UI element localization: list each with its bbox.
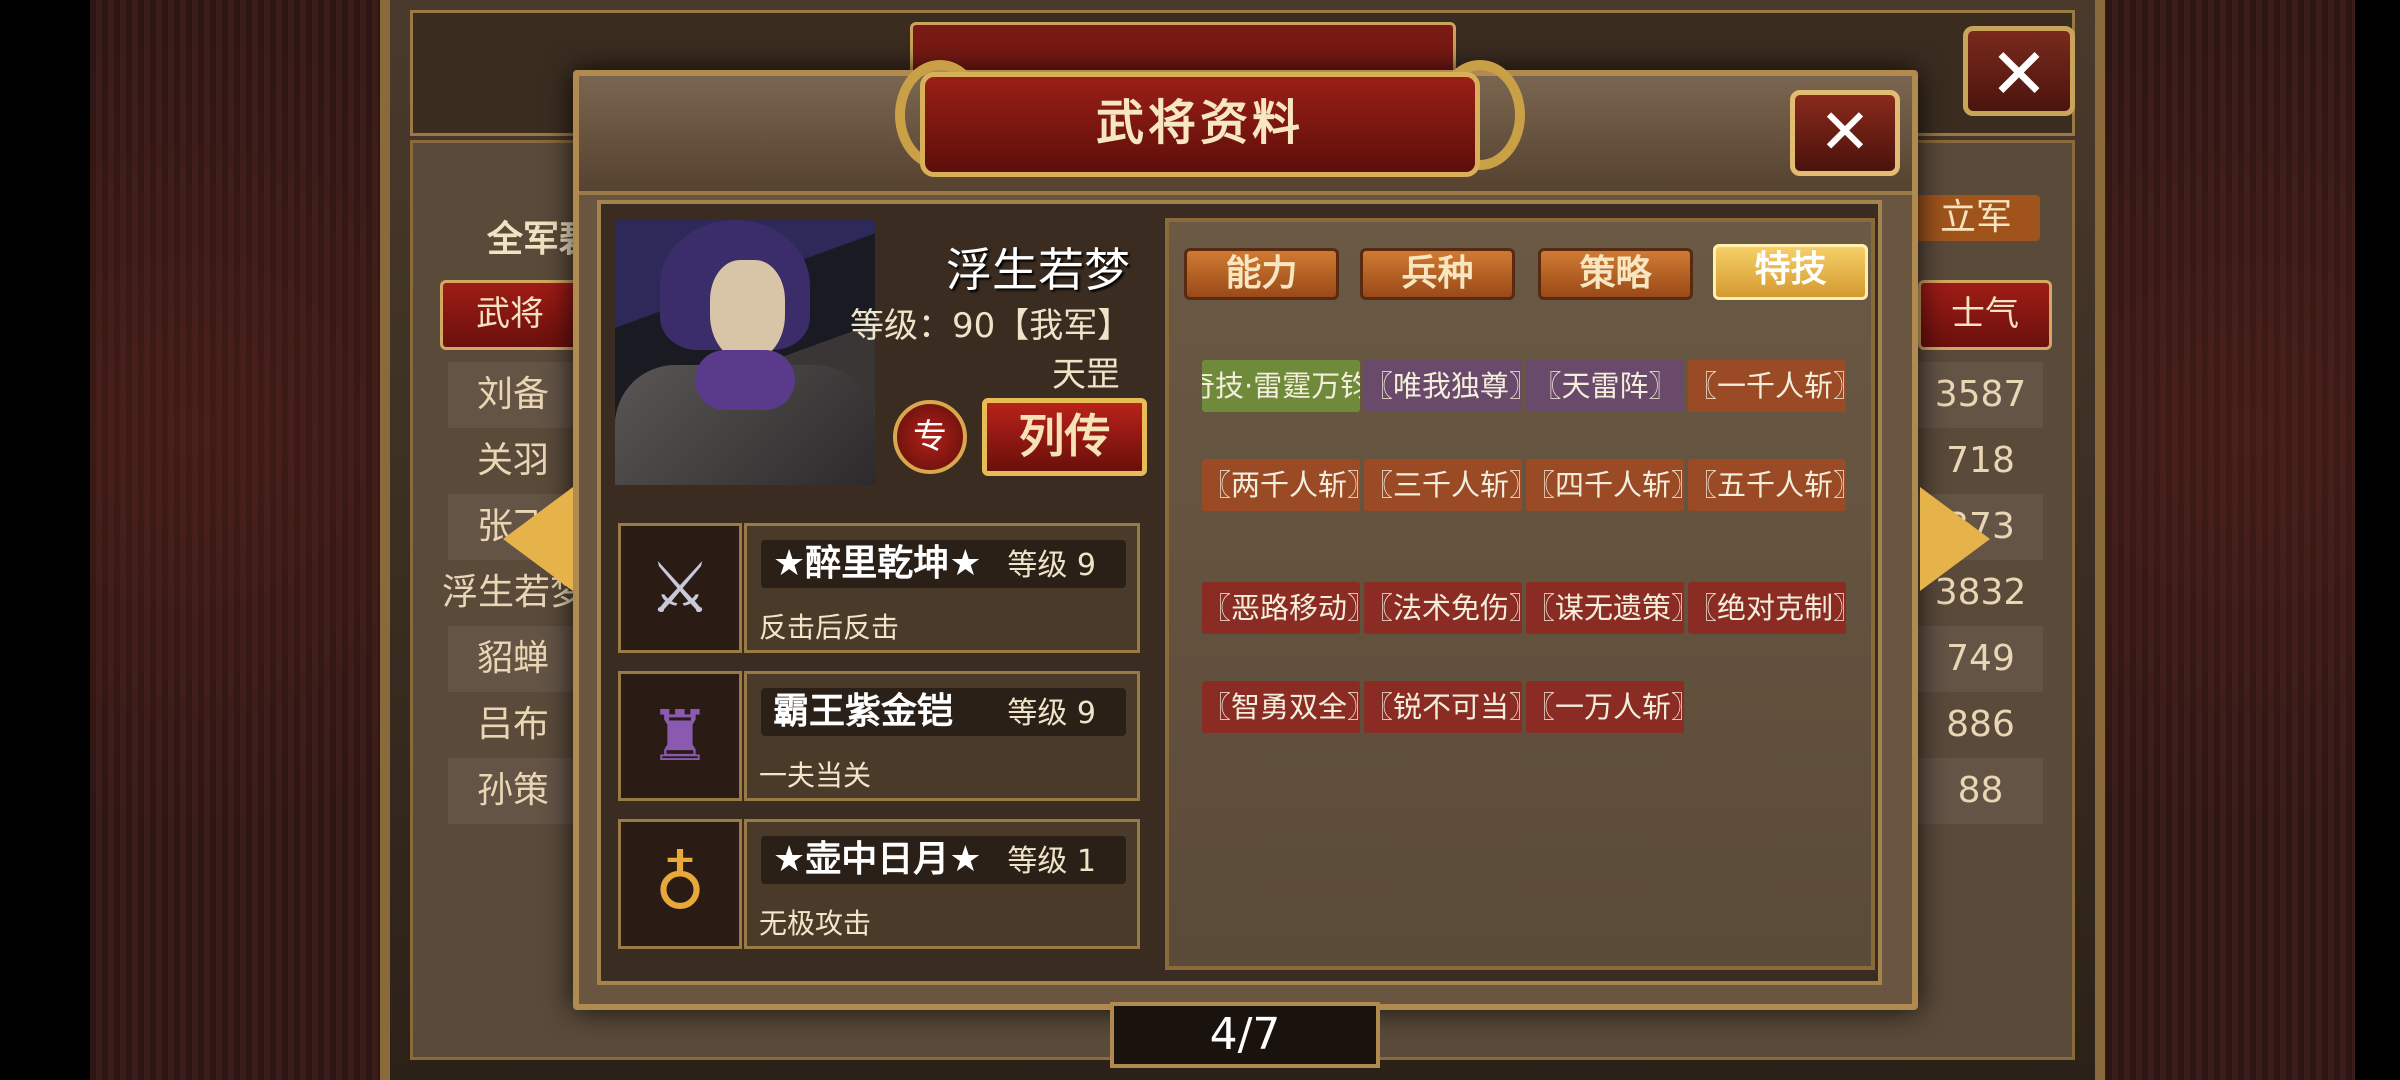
skill-tag[interactable]: 〖谋无遗策〗 <box>1526 582 1684 634</box>
portrait-face <box>710 260 785 360</box>
morale-value-list: 3587 718 373 3832 749 886 88 <box>1918 362 2043 824</box>
tab-strategy[interactable]: 策略 <box>1538 248 1693 300</box>
skill-tag[interactable]: 〖天雷阵〗 <box>1526 360 1684 412</box>
dialog-close-button[interactable]: ✕ <box>1790 90 1900 176</box>
equipment-info: 霸王紫金铠 等级 9 一夫当关 <box>744 671 1140 801</box>
armor-icon: ♜ <box>648 695 712 777</box>
equipment-description: 一夫当关 <box>759 759 872 792</box>
equipment-name: ★壶中日月★ <box>773 839 982 880</box>
skill-tag[interactable]: 〖唯我独尊〗 <box>1364 360 1522 412</box>
equipment-info: ★壶中日月★ 等级 1 无极攻击 <box>744 819 1140 949</box>
screen-edge-right <box>2355 0 2400 1080</box>
dialog-title: 武将资料 <box>920 72 1480 177</box>
general-row[interactable]: 关羽 <box>448 428 578 494</box>
tab-special-skill[interactable]: 特技 <box>1713 244 1868 300</box>
biography-button[interactable]: 列传 <box>982 398 1147 476</box>
equipment-info: ★醉里乾坤★ 等级 9 反击后反击 <box>744 523 1140 653</box>
equipment-slot-weapon[interactable]: ⚔ ★醉里乾坤★ 等级 9 反击后反击 <box>618 523 1140 653</box>
equipment-level: 等级 9 <box>1007 548 1096 583</box>
skill-tag[interactable]: 〖五千人斩〗 <box>1688 459 1846 511</box>
skill-tag[interactable]: 〖四千人斩〗 <box>1526 459 1684 511</box>
general-row[interactable]: 孙策 <box>448 758 578 824</box>
gourd-icon: ♁ <box>654 843 706 925</box>
skill-tag[interactable]: 〖一万人斩〗 <box>1526 681 1684 733</box>
skill-tag[interactable]: 〖一千人斩〗 <box>1688 360 1846 412</box>
equipment-name: 霸王紫金铠 <box>773 691 954 732</box>
skill-tag[interactable]: 〖绝对克制〗 <box>1688 582 1846 634</box>
general-name-list: 刘备 关羽 张飞 浮生若梦 貂蝉 吕布 孙策 <box>442 362 586 824</box>
tab-troop-type[interactable]: 兵种 <box>1360 248 1515 300</box>
equipment-level: 等级 1 <box>1007 844 1096 879</box>
back-panel-close-button[interactable]: ✕ <box>1963 26 2075 116</box>
skill-tag[interactable]: 〖智勇双全〗 <box>1202 681 1360 733</box>
equipment-description: 无极攻击 <box>759 907 872 940</box>
skill-tag[interactable]: 奇技·雷霆万钧 <box>1202 360 1360 412</box>
general-name: 浮生若梦 <box>946 243 1130 297</box>
close-icon: ✕ <box>1819 95 1871 168</box>
previous-general-arrow-icon[interactable] <box>503 487 573 591</box>
equipment-namebar: ★醉里乾坤★ 等级 9 <box>761 540 1126 588</box>
equipment-description: 反击后反击 <box>759 611 900 644</box>
equipment-namebar: ★壶中日月★ 等级 1 <box>761 836 1126 884</box>
tab-ability[interactable]: 能力 <box>1184 248 1339 300</box>
equipment-name: ★醉里乾坤★ <box>773 543 982 584</box>
equipment-slot-armor[interactable]: ♜ 霸王紫金铠 等级 9 一夫当关 <box>618 671 1140 801</box>
general-level: 等级：90【我军】 <box>850 306 1132 346</box>
equipment-level: 等级 9 <box>1007 696 1096 731</box>
morale-value: 88 <box>1918 758 2043 824</box>
general-row[interactable]: 貂蝉 <box>448 626 578 692</box>
equipment-icon-frame: ♁ <box>618 819 742 949</box>
screen-edge-left <box>0 0 90 1080</box>
column-header-morale[interactable]: 士气 <box>1918 280 2052 350</box>
exclusive-button[interactable]: 专 <box>893 400 967 474</box>
column-header-general[interactable]: 武将 <box>440 280 580 350</box>
page-indicator: 4/7 <box>1110 1002 1380 1068</box>
next-general-arrow-icon[interactable] <box>1920 487 1990 591</box>
equipment-slot-accessory[interactable]: ♁ ★壶中日月★ 等级 1 无极攻击 <box>618 819 1140 949</box>
morale-value: 3587 <box>1918 362 2043 428</box>
morale-value: 749 <box>1918 626 2043 692</box>
general-row[interactable]: 刘备 <box>448 362 578 428</box>
skill-tag[interactable]: 〖恶路移动〗 <box>1202 582 1360 634</box>
general-row[interactable]: 吕布 <box>448 692 578 758</box>
skill-tag[interactable]: 〖三千人斩〗 <box>1364 459 1522 511</box>
general-portrait <box>615 220 875 485</box>
equipment-namebar: 霸王紫金铠 等级 9 <box>761 688 1126 736</box>
skill-tag[interactable]: 〖两千人斩〗 <box>1202 459 1360 511</box>
establish-army-button[interactable]: 立军 <box>1912 195 2040 241</box>
portrait-scarf <box>695 350 795 410</box>
skill-tag[interactable]: 〖锐不可当〗 <box>1364 681 1522 733</box>
dragon-blade-icon: ⚔ <box>648 547 712 629</box>
skill-tag[interactable]: 〖法术免伤〗 <box>1364 582 1522 634</box>
equipment-icon-frame: ♜ <box>618 671 742 801</box>
equipment-icon-frame: ⚔ <box>618 523 742 653</box>
morale-value: 718 <box>1946 440 2015 481</box>
morale-value: 886 <box>1946 704 2015 745</box>
general-rank: 天罡 <box>1052 355 1120 395</box>
